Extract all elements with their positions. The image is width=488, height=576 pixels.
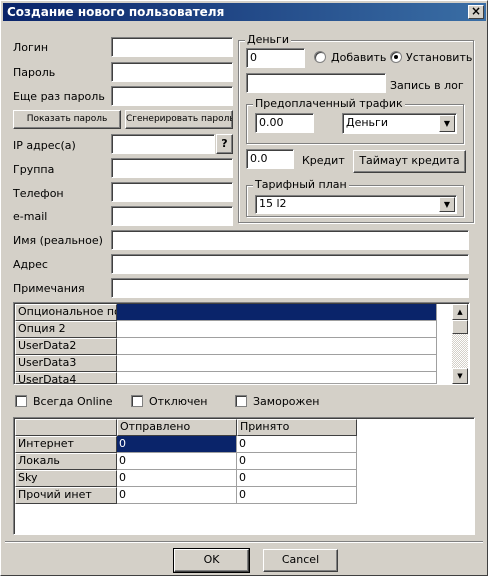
money-group-title: Деньги bbox=[245, 33, 291, 46]
group-input[interactable] bbox=[111, 158, 233, 178]
close-icon: × bbox=[470, 4, 482, 18]
real-name-input[interactable] bbox=[111, 230, 469, 250]
log-entry-label: Запись в лог bbox=[390, 79, 464, 92]
address-label: Адрес bbox=[13, 258, 48, 271]
login-label: Логин bbox=[13, 41, 49, 54]
notes-input[interactable] bbox=[111, 278, 469, 298]
set-radio[interactable] bbox=[390, 51, 402, 63]
ip-label: IP адрес(а) bbox=[13, 139, 76, 152]
frozen-label: Заморожен bbox=[253, 395, 320, 408]
credit-label: Кредит bbox=[302, 154, 345, 167]
prepaid-traffic-input[interactable]: 0.00 bbox=[255, 113, 314, 133]
userdata-row-name: UserData4 bbox=[15, 372, 117, 384]
prepaid-traffic-title: Предоплаченный трафик bbox=[253, 97, 405, 110]
userdata-row-name: UserData2 bbox=[15, 338, 117, 355]
generate-password-button[interactable]: Сгенерировать пароль bbox=[125, 110, 233, 129]
traffic-received-cell[interactable]: 0 bbox=[237, 470, 357, 487]
title-bar[interactable]: Создание нового пользователя × bbox=[3, 3, 486, 21]
close-button[interactable]: × bbox=[468, 5, 484, 19]
frozen-checkbox[interactable] bbox=[235, 395, 247, 407]
real-name-label: Имя (реальное) bbox=[13, 234, 103, 247]
credit-timeout-button[interactable]: Таймаут кредита bbox=[353, 150, 466, 173]
cancel-button[interactable]: Cancel bbox=[263, 549, 338, 572]
phone-input[interactable] bbox=[111, 182, 233, 202]
login-input[interactable] bbox=[111, 37, 233, 57]
email-input[interactable] bbox=[111, 206, 233, 226]
show-password-button[interactable]: Показать пароль bbox=[13, 110, 121, 129]
userdata-value-cell[interactable] bbox=[117, 355, 437, 372]
traffic-row-name: Sky bbox=[15, 470, 117, 487]
add-label: Добавить bbox=[331, 51, 387, 64]
create-user-dialog: Создание нового пользователя × Логин Пар… bbox=[0, 0, 488, 576]
password-again-label: Еще раз пароль bbox=[13, 90, 105, 103]
traffic-sent-cell[interactable]: 0 bbox=[117, 453, 237, 470]
traffic-header-received: Принято bbox=[237, 419, 357, 436]
set-label: Установить bbox=[406, 51, 473, 64]
userdata-value-cell[interactable] bbox=[117, 304, 437, 321]
prepaid-unit-value: Деньги bbox=[346, 116, 388, 129]
window-title: Создание нового пользователя bbox=[7, 5, 225, 19]
log-entry-input[interactable] bbox=[246, 73, 386, 93]
traffic-row-name: Интернет bbox=[15, 436, 117, 453]
scroll-up-icon[interactable]: ▲ bbox=[452, 304, 468, 320]
scroll-thumb[interactable] bbox=[452, 320, 468, 334]
notes-label: Примечания bbox=[13, 282, 85, 295]
phone-label: Телефон bbox=[13, 187, 64, 200]
disabled-checkbox[interactable] bbox=[131, 395, 143, 407]
userdata-value-cell[interactable] bbox=[117, 321, 437, 338]
credit-input[interactable]: 0.0 bbox=[246, 149, 294, 169]
userdata-value-cell[interactable] bbox=[117, 372, 437, 384]
scroll-down-icon[interactable]: ▼ bbox=[452, 368, 468, 384]
userdata-row-name: UserData3 bbox=[15, 355, 117, 372]
disabled-label: Отключен bbox=[149, 395, 208, 408]
chevron-down-icon[interactable]: ▼ bbox=[439, 115, 455, 132]
money-input[interactable]: 0 bbox=[246, 48, 305, 68]
chevron-down-icon[interactable]: ▼ bbox=[439, 197, 455, 212]
tariff-plan-title: Тарифный план bbox=[253, 178, 349, 191]
prepaid-unit-select[interactable]: Деньги ▼ bbox=[342, 113, 457, 134]
always-online-checkbox[interactable] bbox=[15, 395, 27, 407]
bottom-divider bbox=[5, 541, 483, 543]
ip-help-button[interactable]: ? bbox=[216, 134, 233, 154]
traffic-sent-cell[interactable]: 0 bbox=[117, 470, 237, 487]
tariff-plan-select[interactable]: 15 l2 ▼ bbox=[255, 195, 457, 214]
traffic-received-cell[interactable]: 0 bbox=[237, 487, 357, 504]
always-online-label: Всегда Online bbox=[33, 395, 113, 408]
traffic-sent-cell[interactable]: 0 bbox=[117, 487, 237, 504]
password-label: Пароль bbox=[13, 66, 56, 79]
userdata-value-cell[interactable] bbox=[117, 338, 437, 355]
ip-input[interactable] bbox=[111, 134, 215, 154]
traffic-row-name: Локаль bbox=[15, 453, 117, 470]
tariff-plan-value: 15 l2 bbox=[259, 197, 287, 210]
userdata-row-name: Опция 2 bbox=[15, 321, 117, 338]
password-again-input[interactable] bbox=[111, 86, 233, 106]
group-label: Группа bbox=[13, 163, 55, 176]
traffic-received-cell[interactable]: 0 bbox=[237, 436, 357, 453]
ok-button[interactable]: OK bbox=[173, 548, 250, 573]
userdata-row-name: Опциональное поле bbox=[15, 304, 117, 321]
traffic-sent-cell[interactable]: 0 bbox=[117, 436, 237, 453]
traffic-row-name: Прочий инет bbox=[15, 487, 117, 504]
address-input[interactable] bbox=[111, 254, 469, 274]
traffic-header-corner bbox=[15, 419, 117, 436]
traffic-received-cell[interactable]: 0 bbox=[237, 453, 357, 470]
traffic-header-sent: Отправлено bbox=[117, 419, 237, 436]
password-input[interactable] bbox=[111, 62, 233, 82]
email-label: e-mail bbox=[13, 210, 48, 223]
add-radio[interactable] bbox=[314, 51, 326, 63]
